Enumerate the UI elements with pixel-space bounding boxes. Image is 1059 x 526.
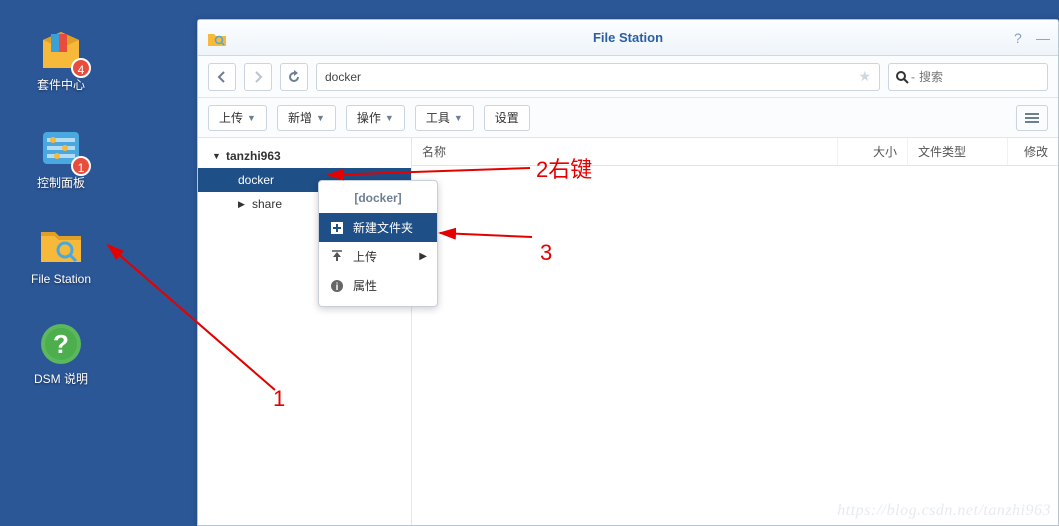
- window-titlebar: File Station ? —: [198, 20, 1058, 56]
- desktop-icon-control-panel[interactable]: 1 控制面板: [12, 124, 110, 191]
- icon-label: DSM 说明: [12, 370, 110, 387]
- badge: 1: [71, 156, 91, 176]
- back-button[interactable]: [208, 63, 236, 91]
- new-button[interactable]: 新增▼: [277, 105, 336, 131]
- search-box[interactable]: -: [888, 63, 1048, 91]
- context-menu: [docker] 新建文件夹 上传 ▶ i 属性: [318, 180, 438, 307]
- info-icon: i: [329, 278, 345, 294]
- column-name[interactable]: 名称: [412, 138, 838, 165]
- package-center-icon: 4: [37, 26, 85, 74]
- help-icon: ?: [37, 320, 85, 368]
- path-input[interactable]: docker ★: [316, 63, 880, 91]
- minimize-button[interactable]: —: [1036, 31, 1050, 45]
- desktop-icon-file-station[interactable]: File Station: [12, 222, 110, 286]
- column-size[interactable]: 大小: [838, 138, 908, 165]
- desktop-icon-dsm-help[interactable]: ? DSM 说明: [12, 320, 110, 387]
- icon-label: File Station: [12, 272, 110, 286]
- file-list-header: 名称 大小 文件类型 修改: [412, 138, 1058, 166]
- desktop-icon-packages[interactable]: 4 套件中心: [12, 26, 110, 93]
- context-menu-title: [docker]: [319, 187, 437, 213]
- file-list: 名称 大小 文件类型 修改: [412, 138, 1058, 525]
- search-input[interactable]: [919, 70, 1039, 84]
- action-button[interactable]: 操作▼: [346, 105, 405, 131]
- control-panel-icon: 1: [37, 124, 85, 172]
- settings-button[interactable]: 设置: [484, 105, 530, 131]
- view-mode-button[interactable]: [1016, 105, 1048, 131]
- svg-text:i: i: [336, 282, 339, 293]
- forward-button[interactable]: [244, 63, 272, 91]
- action-toolbar: 上传▼ 新增▼ 操作▼ 工具▼ 设置: [198, 98, 1058, 138]
- help-button[interactable]: ?: [1014, 31, 1028, 45]
- collapse-arrow-icon: ▼: [212, 151, 222, 161]
- tree-root[interactable]: ▼ tanzhi963: [198, 144, 411, 168]
- path-text: docker: [325, 70, 361, 84]
- favorite-star-icon[interactable]: ★: [858, 68, 871, 85]
- svg-text:?: ?: [53, 329, 69, 359]
- navigation-toolbar: docker ★ -: [198, 56, 1058, 98]
- menu-item-label: 上传: [353, 248, 377, 265]
- column-modified[interactable]: 修改: [1008, 138, 1058, 165]
- submenu-arrow-icon: ▶: [419, 251, 427, 262]
- file-station-icon: [37, 222, 85, 270]
- watermark: https://blog.csdn.net/tanzhi963: [837, 502, 1051, 520]
- badge: 4: [71, 58, 91, 78]
- tree-item-label: share: [252, 197, 282, 211]
- tree-root-label: tanzhi963: [226, 149, 281, 163]
- column-type[interactable]: 文件类型: [908, 138, 1008, 165]
- menu-item-label: 属性: [353, 277, 377, 294]
- upload-icon: [329, 249, 345, 265]
- expand-arrow-icon: ▶: [238, 199, 248, 210]
- icon-label: 套件中心: [12, 76, 110, 93]
- window-controls: ? —: [1014, 31, 1050, 45]
- refresh-button[interactable]: [280, 63, 308, 91]
- search-icon: [895, 70, 909, 84]
- upload-button[interactable]: 上传▼: [208, 105, 267, 131]
- context-menu-properties[interactable]: i 属性: [319, 271, 437, 300]
- window-title: File Station: [593, 30, 663, 45]
- icon-label: 控制面板: [12, 174, 110, 191]
- tools-button[interactable]: 工具▼: [415, 105, 474, 131]
- context-menu-upload[interactable]: 上传 ▶: [319, 242, 437, 271]
- plus-icon: [329, 220, 345, 236]
- context-menu-new-folder[interactable]: 新建文件夹: [319, 213, 437, 242]
- file-station-small-icon: [206, 28, 228, 48]
- tree-item-label: docker: [238, 173, 274, 187]
- menu-item-label: 新建文件夹: [353, 219, 413, 236]
